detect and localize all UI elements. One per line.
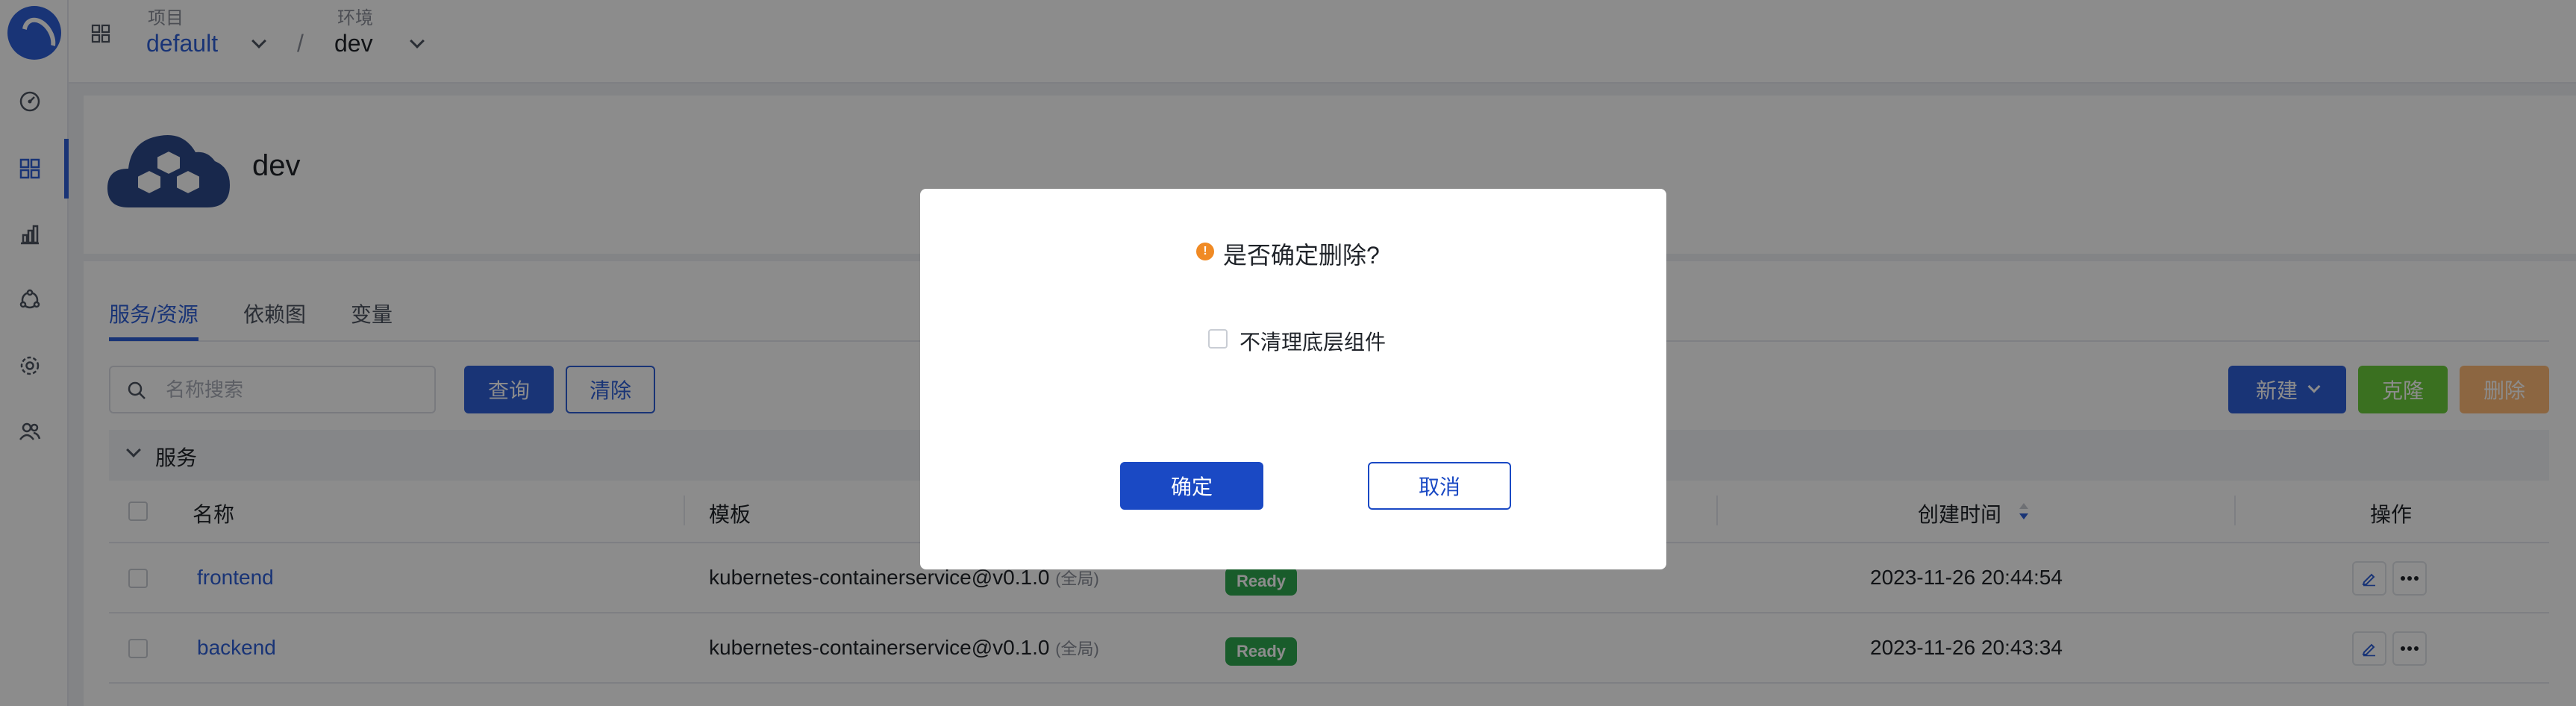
skip-cleanup-checkbox[interactable] <box>1208 329 1228 349</box>
cancel-button[interactable]: 取消 <box>1368 462 1511 510</box>
confirm-button[interactable]: 确定 <box>1120 462 1263 510</box>
warning-icon: ! <box>1196 243 1214 260</box>
delete-confirm-dialog: ! 是否确定删除? 不清理底层组件 确定 取消 <box>920 189 1666 569</box>
skip-cleanup-label[interactable]: 不清理底层组件 <box>1239 326 1386 356</box>
dialog-title: 是否确定删除? <box>1223 242 1380 269</box>
